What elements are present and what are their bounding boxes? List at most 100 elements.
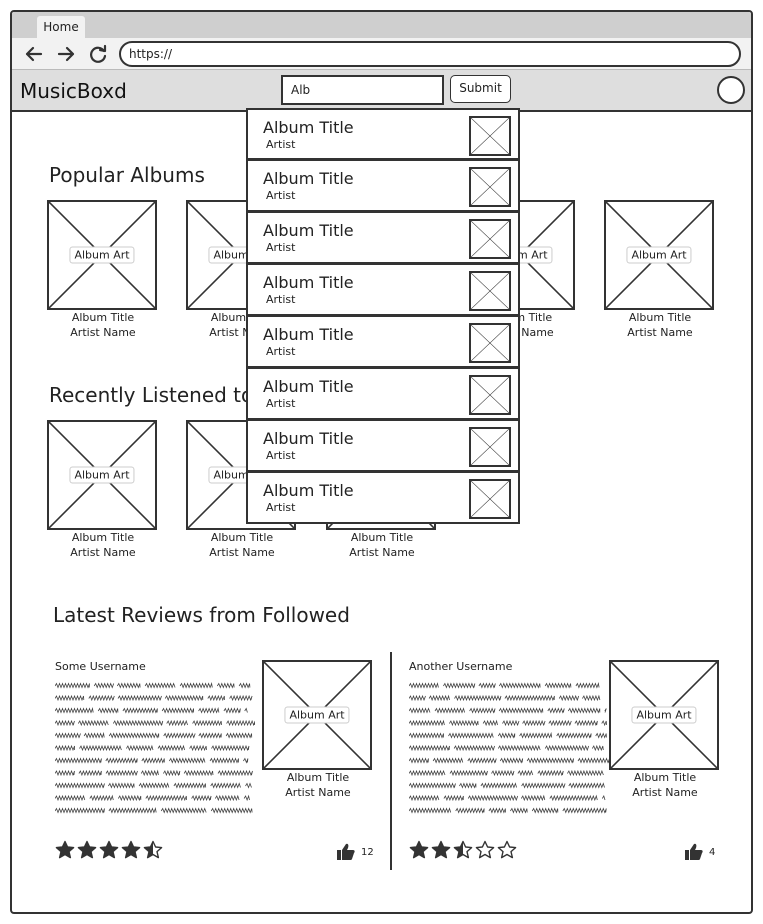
scribble-word [409, 732, 444, 739]
search-result-item[interactable]: Album Title Artist [246, 368, 520, 420]
thumbs-up-icon[interactable] [684, 842, 704, 862]
artist-name: Artist Name [285, 786, 351, 799]
scribble-word [141, 757, 165, 764]
scribble-word [448, 732, 494, 739]
image-placeholder-icon [471, 118, 509, 154]
scribble-word [574, 719, 598, 727]
search-input[interactable]: Alb [281, 75, 444, 105]
result-artist: Artist [266, 501, 296, 514]
scribble-word [428, 694, 450, 702]
result-thumbnail [469, 116, 511, 156]
image-placeholder-icon [471, 221, 509, 257]
scribble-word [558, 694, 580, 702]
scribble-word [105, 769, 138, 777]
scribble-word [409, 782, 456, 789]
browser-navbar: https:// [12, 38, 751, 70]
scribble-word [521, 782, 566, 789]
scribble-word [161, 707, 194, 714]
scribble-word [409, 807, 452, 814]
scribble-word [567, 707, 601, 714]
album-card[interactable]: Album Art Album Title Artist Name [604, 200, 716, 340]
scribble-word [443, 794, 464, 802]
result-thumbnail [469, 167, 511, 207]
scribble-word [225, 732, 253, 739]
review-card: Some Username Album Art Album Title Arti… [55, 652, 391, 882]
scribble-word [192, 719, 222, 727]
scribble-word [77, 719, 109, 727]
review-album-card[interactable]: Album Art Album Title Artist Name [262, 660, 374, 800]
scribble-word [409, 744, 450, 752]
scribble-word [549, 794, 598, 802]
album-art-label: Album Art [284, 706, 350, 724]
scribble-word [510, 807, 528, 814]
search-result-item[interactable]: Album Title Artist [246, 160, 520, 212]
scribble-word [537, 769, 564, 777]
scribble-word [531, 807, 559, 814]
star-icon [453, 840, 473, 859]
scribble-word [216, 682, 235, 689]
search-result-item[interactable]: Album Title Artist [246, 472, 520, 524]
brand-logo[interactable]: MusicBoxd [20, 79, 127, 103]
image-placeholder-icon [471, 325, 509, 361]
scribble-word [83, 731, 105, 739]
browser-window: Home https:// MusicBoxd Alb Submit Popul… [10, 10, 753, 914]
scribble-word [55, 807, 105, 814]
search-result-item[interactable]: Album Title Artist [246, 108, 520, 160]
scribble-word [157, 744, 185, 752]
scribble-word [449, 769, 488, 777]
scribble-word [604, 708, 607, 713]
arrow-left-icon[interactable] [23, 43, 45, 65]
submit-button[interactable]: Submit [450, 75, 511, 103]
thumbs-up-icon[interactable] [336, 842, 356, 862]
like-count: 4 [709, 846, 716, 858]
search-result-item[interactable]: Album Title Artist [246, 264, 520, 316]
scribble-word [577, 757, 609, 764]
reload-icon[interactable] [87, 43, 109, 65]
tab-home[interactable]: Home [37, 16, 85, 39]
scribble-word [498, 707, 544, 714]
search-result-item[interactable]: Album Title Artist [246, 212, 520, 264]
scribble-word [55, 732, 81, 739]
scribble-word [455, 807, 485, 814]
review-username[interactable]: Some Username [55, 660, 146, 673]
scribble-word [544, 744, 590, 752]
search-result-item[interactable]: Album Title Artist [246, 420, 520, 472]
album-art-label: Album Art [631, 706, 697, 724]
scribble-word [434, 707, 465, 714]
scribble-word [238, 682, 251, 689]
image-placeholder-icon [471, 169, 509, 205]
scribble-word [575, 681, 600, 689]
album-art-label: Album Art [626, 246, 692, 264]
scribble-word [548, 719, 572, 727]
search-result-item[interactable]: Album Title Artist [246, 316, 520, 368]
scribble-word [443, 682, 476, 689]
popular-albums-heading: Popular Albums [49, 163, 205, 187]
like-button[interactable]: 4 [684, 842, 715, 862]
url-bar[interactable]: https:// [119, 41, 741, 67]
scribble-word [211, 744, 250, 752]
review-username[interactable]: Another Username [409, 660, 512, 673]
album-card[interactable]: Album Art Album Title Artist Name [47, 420, 159, 560]
scribble-word [105, 757, 138, 764]
scribble-word [595, 732, 607, 739]
scribble-word [526, 757, 574, 764]
scribble-word [207, 694, 225, 702]
arrow-right-icon[interactable] [55, 43, 77, 65]
scribble-word [217, 769, 253, 777]
scribble-word [140, 769, 159, 777]
album-card[interactable]: Album Art Album Title Artist Name [47, 200, 159, 340]
review-album-card[interactable]: Album Art Album Title Artist Name [609, 660, 721, 800]
like-button[interactable]: 12 [336, 842, 374, 862]
scribble-word [482, 719, 498, 727]
result-album-title: Album Title [263, 429, 354, 448]
scribble-word [108, 732, 160, 739]
image-placeholder-icon [471, 429, 509, 465]
scribble-word [517, 769, 534, 777]
scribble-word [163, 732, 196, 739]
avatar[interactable] [717, 76, 745, 104]
review-text-scribble [409, 681, 609, 814]
rating-stars [409, 840, 517, 860]
scribble-word [108, 782, 135, 789]
scribble-word [55, 706, 94, 714]
scribble-word [179, 681, 213, 689]
